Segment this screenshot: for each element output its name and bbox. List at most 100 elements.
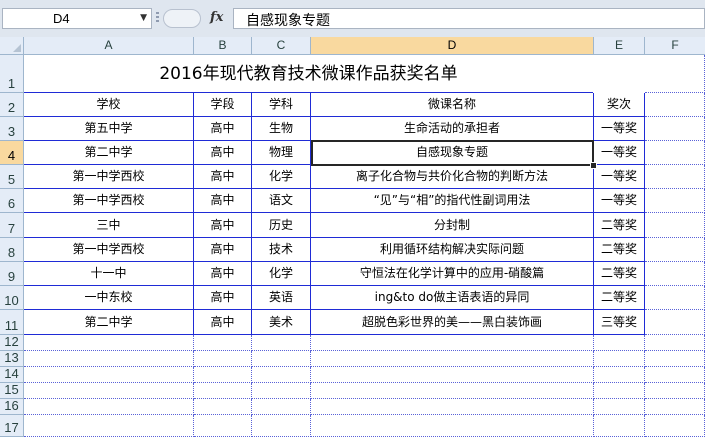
empty-cell[interactable] bbox=[645, 238, 705, 262]
header-school[interactable]: 学校 bbox=[24, 93, 194, 117]
empty-cell[interactable] bbox=[311, 399, 594, 415]
drag-handle-icon[interactable] bbox=[156, 12, 159, 26]
sheet-title-cell[interactable]: 2016年现代教育技术微课作品获奖名单 bbox=[24, 55, 593, 93]
row-header-12[interactable]: 12 bbox=[0, 334, 24, 351]
row-header-6[interactable]: 6 bbox=[0, 189, 24, 213]
cell-stage[interactable]: 高中 bbox=[194, 189, 252, 213]
empty-cell[interactable] bbox=[24, 335, 194, 351]
empty-cell[interactable] bbox=[24, 383, 194, 399]
column-header-f[interactable]: F bbox=[645, 37, 705, 55]
cell-course-name[interactable]: 离子化合物与共价化合物的判断方法 bbox=[311, 165, 594, 189]
empty-cell[interactable] bbox=[594, 367, 645, 383]
empty-cell[interactable] bbox=[311, 383, 594, 399]
fill-handle[interactable] bbox=[590, 162, 597, 169]
header-subject[interactable]: 学科 bbox=[252, 93, 311, 117]
column-header-e[interactable]: E bbox=[594, 37, 645, 55]
empty-cell[interactable] bbox=[645, 93, 705, 117]
empty-cell[interactable] bbox=[645, 310, 705, 335]
cell-stage[interactable]: 高中 bbox=[194, 262, 252, 286]
row-header-11[interactable]: 11 bbox=[0, 310, 24, 335]
empty-cell[interactable] bbox=[594, 335, 645, 351]
cell-subject[interactable]: 语文 bbox=[252, 189, 311, 213]
formula-input[interactable]: 自感现象专题 bbox=[233, 8, 705, 29]
cell-school[interactable]: 第一中学西校 bbox=[24, 238, 194, 262]
cell-school[interactable]: 第五中学 bbox=[24, 117, 194, 141]
cell-award[interactable]: 一等奖 bbox=[594, 141, 645, 165]
cell-subject[interactable]: 物理 bbox=[252, 141, 311, 165]
row-header-2[interactable]: 2 bbox=[0, 93, 24, 117]
empty-cell[interactable] bbox=[24, 367, 194, 383]
row-header-5[interactable]: 5 bbox=[0, 165, 24, 189]
row-header-17[interactable]: 17 bbox=[0, 415, 24, 437]
cell-award[interactable]: 一等奖 bbox=[594, 117, 645, 141]
header-award[interactable]: 奖次 bbox=[594, 93, 645, 117]
empty-cell[interactable] bbox=[645, 351, 705, 367]
empty-cell[interactable] bbox=[645, 367, 705, 383]
cell-award[interactable]: 二等奖 bbox=[594, 262, 645, 286]
empty-cell[interactable] bbox=[194, 399, 252, 415]
row-header-13[interactable]: 13 bbox=[0, 350, 24, 367]
empty-cell[interactable] bbox=[645, 117, 705, 141]
header-course-name[interactable]: 微课名称 bbox=[311, 93, 594, 117]
empty-cell[interactable] bbox=[194, 351, 252, 367]
cell-subject[interactable]: 英语 bbox=[252, 286, 311, 310]
cell-subject[interactable]: 美术 bbox=[252, 310, 311, 335]
cell-course-name[interactable]: 超脱色彩世界的美——黑白装饰画 bbox=[311, 310, 594, 335]
cell-award[interactable]: 一等奖 bbox=[594, 165, 645, 189]
empty-cell[interactable] bbox=[645, 399, 705, 415]
row-header-15[interactable]: 15 bbox=[0, 382, 24, 399]
empty-cell[interactable] bbox=[645, 335, 705, 351]
empty-cell[interactable] bbox=[594, 351, 645, 367]
column-header-d[interactable]: D bbox=[311, 37, 594, 55]
row-header-4[interactable]: 4 bbox=[0, 141, 24, 165]
empty-cell[interactable] bbox=[645, 55, 705, 93]
cell-school[interactable]: 第一中学西校 bbox=[24, 165, 194, 189]
cell-subject[interactable]: 技术 bbox=[252, 238, 311, 262]
empty-cell[interactable] bbox=[594, 383, 645, 399]
cell-stage[interactable]: 高中 bbox=[194, 310, 252, 335]
row-header-1[interactable]: 1 bbox=[0, 55, 24, 93]
insert-function-icon[interactable]: fx bbox=[210, 10, 223, 25]
row-header-9[interactable]: 9 bbox=[0, 262, 24, 286]
cell-award[interactable]: 三等奖 bbox=[594, 310, 645, 335]
empty-cell[interactable] bbox=[194, 415, 252, 437]
cell-award[interactable]: 二等奖 bbox=[594, 238, 645, 262]
cell-school[interactable]: 十一中 bbox=[24, 262, 194, 286]
cell-course-name[interactable]: 分封制 bbox=[311, 213, 594, 238]
column-header-c[interactable]: C bbox=[252, 37, 311, 55]
column-header-b[interactable]: B bbox=[194, 37, 252, 55]
empty-cell[interactable] bbox=[252, 367, 311, 383]
empty-cell[interactable] bbox=[24, 351, 194, 367]
empty-cell[interactable] bbox=[645, 165, 705, 189]
cell-subject[interactable]: 历史 bbox=[252, 213, 311, 238]
empty-cell[interactable] bbox=[645, 415, 705, 437]
cell-stage[interactable]: 高中 bbox=[194, 141, 252, 165]
empty-cell[interactable] bbox=[24, 415, 194, 437]
cell-award[interactable]: 二等奖 bbox=[594, 286, 645, 310]
cell-school[interactable]: 第二中学 bbox=[24, 141, 194, 165]
header-stage[interactable]: 学段 bbox=[194, 93, 252, 117]
empty-cell[interactable] bbox=[645, 383, 705, 399]
cell-subject[interactable]: 化学 bbox=[252, 165, 311, 189]
cell-stage[interactable]: 高中 bbox=[194, 165, 252, 189]
empty-cell[interactable] bbox=[194, 383, 252, 399]
empty-cell[interactable] bbox=[645, 286, 705, 310]
empty-cell[interactable] bbox=[311, 335, 594, 351]
row-header-10[interactable]: 10 bbox=[0, 286, 24, 310]
cell-award[interactable]: 二等奖 bbox=[594, 213, 645, 238]
cell-subject[interactable]: 生物 bbox=[252, 117, 311, 141]
empty-cell[interactable] bbox=[594, 415, 645, 437]
empty-cell[interactable] bbox=[252, 383, 311, 399]
empty-cell[interactable] bbox=[311, 351, 594, 367]
empty-cell[interactable] bbox=[645, 213, 705, 238]
cell-stage[interactable]: 高中 bbox=[194, 238, 252, 262]
cell-school[interactable]: 第二中学 bbox=[24, 310, 194, 335]
cell-course-name[interactable]: 守恒法在化学计算中的应用-硝酸篇 bbox=[311, 262, 594, 286]
name-box[interactable]: D4 ▼ bbox=[2, 8, 152, 29]
row-header-14[interactable]: 14 bbox=[0, 366, 24, 383]
empty-cell[interactable] bbox=[252, 415, 311, 437]
cell-course-name[interactable]: ing&to do做主语表语的异同 bbox=[311, 286, 594, 310]
cell-stage[interactable]: 高中 bbox=[194, 286, 252, 310]
empty-cell[interactable] bbox=[24, 399, 194, 415]
cell-school[interactable]: 三中 bbox=[24, 213, 194, 238]
